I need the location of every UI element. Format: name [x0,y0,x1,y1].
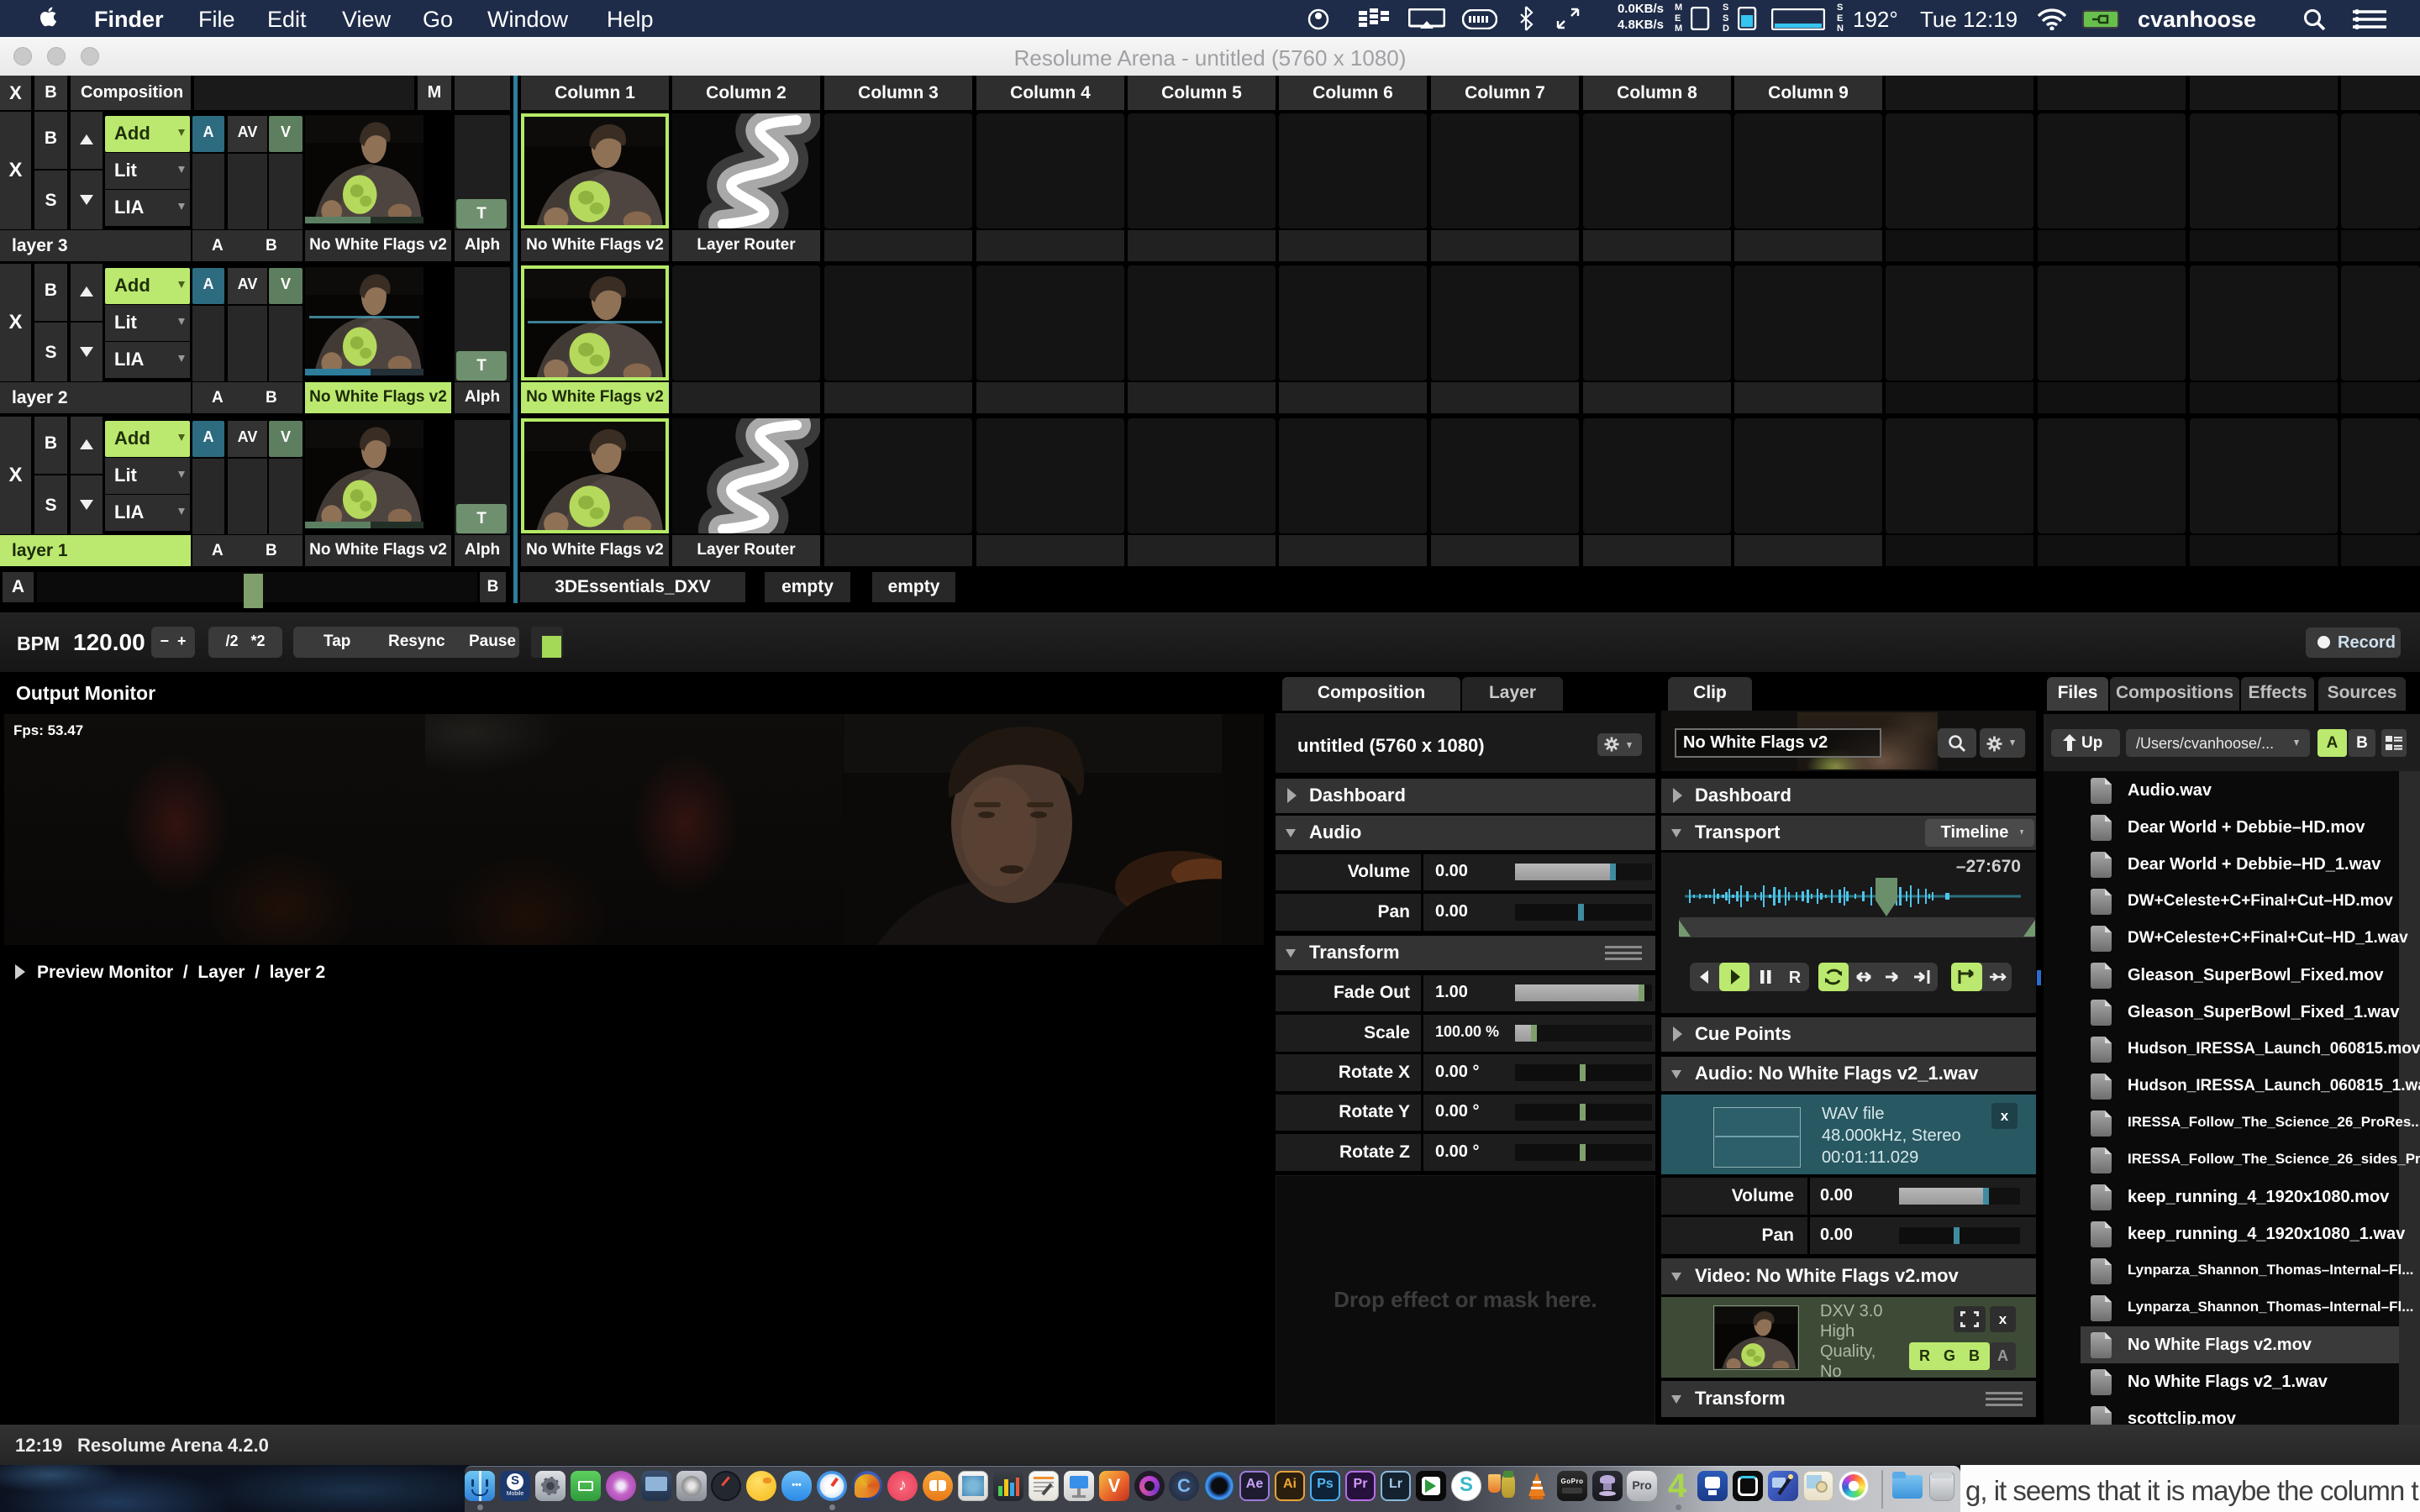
svg-text:R: R [1789,969,1802,987]
